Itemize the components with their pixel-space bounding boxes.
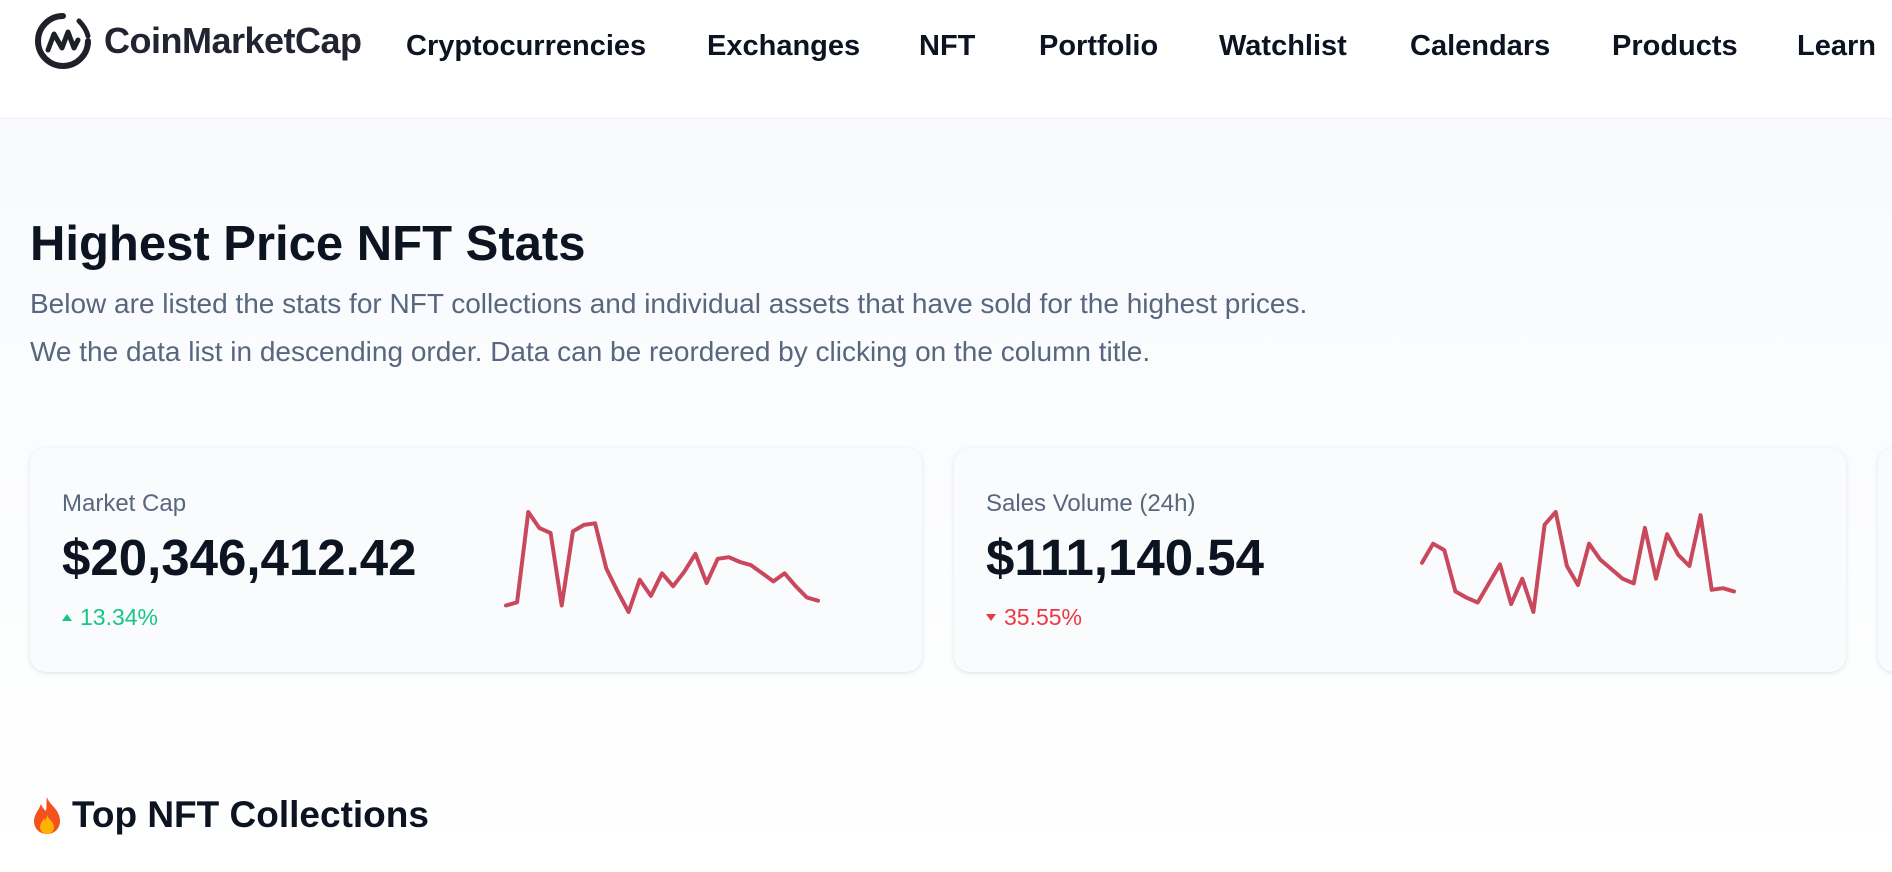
- page-description-line-2: We the data list in descending order. Da…: [30, 336, 1151, 367]
- nav-products[interactable]: Products: [1612, 30, 1738, 63]
- section-title-top-nft-collections: Top NFT Collections: [30, 794, 429, 836]
- market-cap-sparkline: [504, 510, 820, 614]
- sparkline-line: [1420, 510, 1736, 614]
- stat-value: $20,346,412.42: [62, 529, 417, 586]
- stat-change: 13.34%: [62, 604, 158, 631]
- nav-cryptocurrencies[interactable]: Cryptocurrencies: [406, 30, 646, 63]
- stat-card-partial: [1878, 448, 1892, 672]
- coinmarketcap-logo-icon: [35, 13, 91, 69]
- stat-label: Market Cap: [62, 490, 187, 517]
- nav-portfolio[interactable]: Portfolio: [1039, 30, 1158, 63]
- sales-volume-sparkline: [1420, 510, 1736, 614]
- caret-down-icon: [986, 614, 996, 621]
- brand-logo[interactable]: CoinMarketCap: [34, 12, 362, 70]
- fire-icon: [34, 797, 60, 834]
- page-title: Highest Price NFT Stats: [30, 217, 586, 271]
- page-description-line-1: Below are listed the stats for NFT colle…: [30, 288, 1308, 319]
- section-title-text: Top NFT Collections: [72, 794, 429, 835]
- stat-card-market-cap: Market Cap $20,346,412.42 13.34%: [30, 448, 922, 672]
- nav-learn[interactable]: Learn: [1797, 30, 1876, 63]
- sparkline-line: [504, 510, 820, 614]
- top-navbar: CoinMarketCap Cryptocurrencies Exchanges…: [0, 0, 1892, 119]
- brand-name: CoinMarketCap: [104, 20, 362, 61]
- stat-card-sales-volume: Sales Volume (24h) $111,140.54 35.55%: [954, 448, 1846, 672]
- stat-label: Sales Volume (24h): [986, 490, 1196, 517]
- nav-watchlist[interactable]: Watchlist: [1219, 30, 1347, 63]
- stat-value: $111,140.54: [986, 529, 1264, 586]
- stat-change-value: 13.34%: [80, 604, 159, 630]
- nav-nft[interactable]: NFT: [919, 30, 975, 63]
- nav-calendars[interactable]: Calendars: [1410, 30, 1550, 63]
- stat-change-value: 35.55%: [1004, 604, 1083, 630]
- nav-exchanges[interactable]: Exchanges: [707, 30, 860, 63]
- stat-change: 35.55%: [986, 604, 1082, 631]
- caret-up-icon: [62, 614, 72, 621]
